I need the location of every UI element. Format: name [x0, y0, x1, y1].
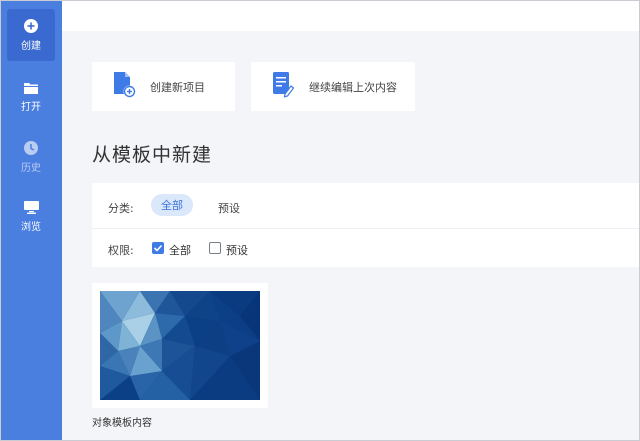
sidebar-item-label: 打开: [21, 101, 41, 113]
create-new-project-label: 创建新项目: [150, 80, 205, 94]
continue-editing-label: 继续编辑上次内容: [309, 80, 397, 94]
page-title: 从模板中新建: [92, 144, 213, 166]
category-filter-preset[interactable]: 预设: [218, 200, 240, 216]
permission-all-checkbox[interactable]: [152, 242, 164, 254]
plus-circle-icon: [24, 18, 38, 33]
category-filter-all[interactable]: 全部: [151, 194, 193, 216]
permission-preset-label: 预设: [226, 244, 248, 257]
template-thumbnail: [100, 291, 260, 400]
sidebar-item-label: 创建: [21, 40, 41, 52]
folder-icon: [24, 82, 38, 94]
template-name: 对象模板内容: [92, 418, 152, 429]
filter-panel: 分类: 全部 预设 权限: 全部 预设: [92, 183, 639, 267]
continue-editing-card[interactable]: 继续编辑上次内容: [251, 62, 415, 111]
new-file-icon: [112, 71, 136, 102]
edit-document-icon: [271, 71, 295, 102]
sidebar: 创建 打开 历史 浏览: [1, 1, 62, 440]
sidebar-item-create[interactable]: 创建: [7, 9, 55, 61]
category-label: 分类:: [108, 202, 134, 215]
sidebar-item-history[interactable]: 历史: [7, 131, 55, 183]
sidebar-item-browse[interactable]: 浏览: [7, 191, 55, 243]
permission-all-label: 全部: [169, 244, 191, 257]
template-card[interactable]: [92, 283, 268, 408]
divider: [92, 228, 639, 229]
sidebar-item-open[interactable]: 打开: [7, 71, 55, 123]
permission-preset-checkbox[interactable]: [209, 242, 221, 254]
permission-label: 权限:: [108, 244, 134, 257]
app-window: 创建 打开 历史 浏览 创建新项目 继续编辑上次内容 从模板中新建 分类: 全部…: [0, 0, 640, 441]
create-new-project-card[interactable]: 创建新项目: [92, 62, 235, 111]
top-bar: [62, 1, 639, 31]
clock-icon: [24, 140, 38, 155]
check-icon: [153, 244, 163, 252]
monitor-icon: [23, 201, 39, 214]
sidebar-item-label: 浏览: [21, 222, 41, 233]
sidebar-item-label: 历史: [21, 162, 41, 174]
